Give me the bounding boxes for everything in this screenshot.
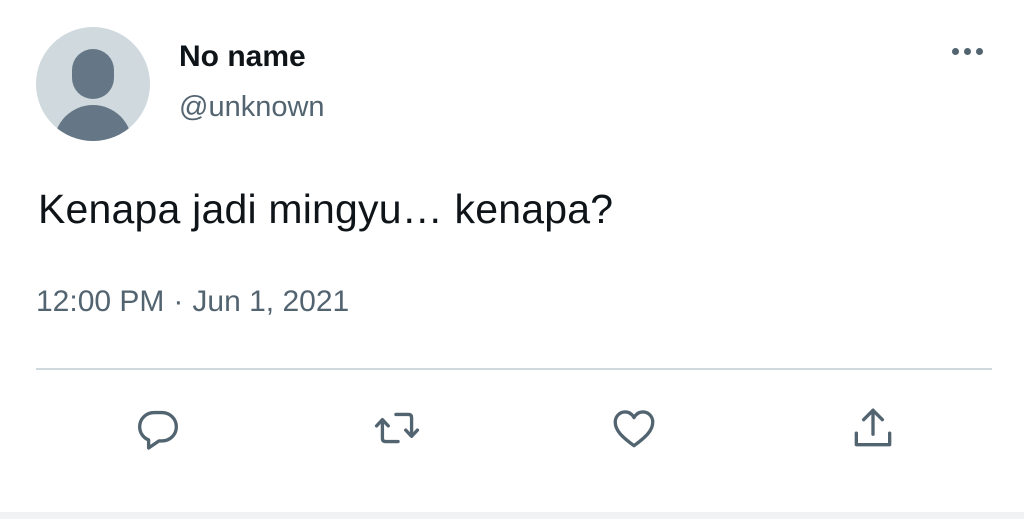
share-icon [854,408,892,447]
user-handle[interactable]: @unknown [179,91,325,124]
divider [36,368,992,370]
share-button[interactable] [845,400,901,456]
retweet-icon [374,412,420,444]
avatar-head [72,49,114,99]
display-name[interactable]: No name [179,40,306,74]
timestamp-separator: · [173,285,184,318]
more-options-button[interactable] [942,38,992,64]
reply-button[interactable] [130,400,186,456]
tweet-time[interactable]: 12:00 PM [36,285,164,319]
avatar-body [54,105,132,141]
more-dot [975,47,983,55]
reply-icon [138,410,178,450]
tweet-card: No name @unknown Kenapa jadi mingyu… ken… [0,0,1024,519]
bottom-edge [0,512,1024,519]
more-dot [951,47,959,55]
more-dot [963,47,971,55]
like-button[interactable] [606,400,662,456]
tweet-date[interactable]: Jun 1, 2021 [192,285,349,319]
tweet-text: Kenapa jadi mingyu… kenapa? [38,186,614,232]
avatar[interactable] [36,27,150,141]
retweet-button[interactable] [369,400,425,456]
heart-icon [613,410,655,448]
tweet-timestamp: 12:00 PM · Jun 1, 2021 [36,285,349,319]
